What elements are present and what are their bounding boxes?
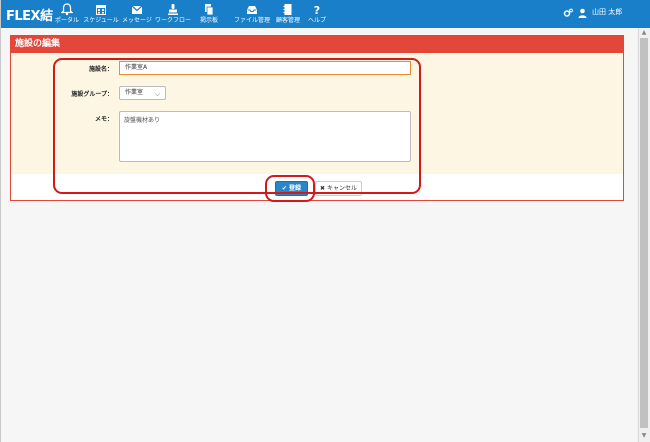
envelope-icon xyxy=(131,5,143,14)
nav-help[interactable]: ? ヘルプ xyxy=(295,3,339,25)
panel-title: 施設の編集 xyxy=(11,36,623,53)
question-icon: ? xyxy=(314,4,320,16)
window-border xyxy=(0,0,1,442)
nav-label: 掲示板 xyxy=(199,17,218,24)
highlight-register-button xyxy=(265,175,315,202)
nav-label: ヘルプ xyxy=(307,17,326,24)
inbox-icon xyxy=(247,6,257,14)
stamp-icon xyxy=(168,4,178,15)
user-name[interactable]: 山田 太郎 xyxy=(592,7,622,17)
top-navigation-bar: FLEX結 ポータル スケジュール メッセージ ワークフロー 掲示板 ファイル管… xyxy=(0,0,650,28)
scroll-up-icon[interactable]: ▲ xyxy=(640,29,648,37)
calendar-icon xyxy=(96,5,106,15)
bell-icon xyxy=(61,3,73,16)
highlight-form-fields xyxy=(53,58,421,194)
main-content: 施設の編集 施設名： 作業室A 施設グループ： 作業室 ⌵ メモ： 旋盤機材あり… xyxy=(1,28,637,442)
svg-text:?: ? xyxy=(314,4,320,16)
scroll-down-icon[interactable]: ▼ xyxy=(640,432,648,440)
address-book-icon xyxy=(283,4,292,15)
gears-icon[interactable] xyxy=(563,8,573,18)
bulletin-icon xyxy=(205,4,214,16)
nav-bulletin[interactable]: 掲示板 xyxy=(187,3,231,25)
user-icon xyxy=(578,8,587,18)
scrollbar-thumb[interactable] xyxy=(640,38,648,428)
